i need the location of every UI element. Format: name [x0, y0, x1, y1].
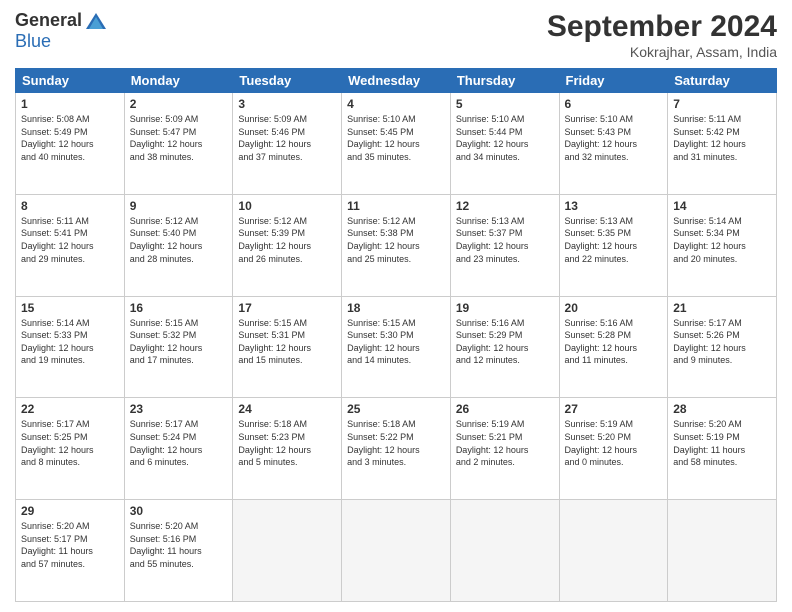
- header-wednesday: Wednesday: [342, 69, 451, 93]
- logo-blue-text: Blue: [15, 31, 51, 51]
- header-saturday: Saturday: [668, 69, 777, 93]
- table-row: [233, 500, 342, 602]
- table-row: [559, 500, 668, 602]
- table-row: 12Sunrise: 5:13 AM Sunset: 5:37 PM Dayli…: [450, 194, 559, 296]
- table-row: 3Sunrise: 5:09 AM Sunset: 5:46 PM Daylig…: [233, 93, 342, 195]
- table-row: 13Sunrise: 5:13 AM Sunset: 5:35 PM Dayli…: [559, 194, 668, 296]
- table-row: 7Sunrise: 5:11 AM Sunset: 5:42 PM Daylig…: [668, 93, 777, 195]
- page: General Blue September 2024 Kokrajhar, A…: [0, 0, 792, 612]
- table-row: 15Sunrise: 5:14 AM Sunset: 5:33 PM Dayli…: [16, 296, 125, 398]
- title-block: September 2024 Kokrajhar, Assam, India: [547, 10, 777, 60]
- table-row: 23Sunrise: 5:17 AM Sunset: 5:24 PM Dayli…: [124, 398, 233, 500]
- table-row: 24Sunrise: 5:18 AM Sunset: 5:23 PM Dayli…: [233, 398, 342, 500]
- header-monday: Monday: [124, 69, 233, 93]
- table-row: 29Sunrise: 5:20 AM Sunset: 5:17 PM Dayli…: [16, 500, 125, 602]
- table-row: 18Sunrise: 5:15 AM Sunset: 5:30 PM Dayli…: [342, 296, 451, 398]
- table-row: [342, 500, 451, 602]
- header-thursday: Thursday: [450, 69, 559, 93]
- table-row: 27Sunrise: 5:19 AM Sunset: 5:20 PM Dayli…: [559, 398, 668, 500]
- logo-general-text: General: [15, 10, 82, 31]
- table-row: 20Sunrise: 5:16 AM Sunset: 5:28 PM Dayli…: [559, 296, 668, 398]
- table-row: 2Sunrise: 5:09 AM Sunset: 5:47 PM Daylig…: [124, 93, 233, 195]
- table-row: 28Sunrise: 5:20 AM Sunset: 5:19 PM Dayli…: [668, 398, 777, 500]
- table-row: 9Sunrise: 5:12 AM Sunset: 5:40 PM Daylig…: [124, 194, 233, 296]
- calendar-table: Sunday Monday Tuesday Wednesday Thursday…: [15, 68, 777, 602]
- table-row: [450, 500, 559, 602]
- header-friday: Friday: [559, 69, 668, 93]
- logo: General Blue: [15, 10, 108, 52]
- table-row: 5Sunrise: 5:10 AM Sunset: 5:44 PM Daylig…: [450, 93, 559, 195]
- table-row: 17Sunrise: 5:15 AM Sunset: 5:31 PM Dayli…: [233, 296, 342, 398]
- table-row: [668, 500, 777, 602]
- header: General Blue September 2024 Kokrajhar, A…: [15, 10, 777, 60]
- table-row: 4Sunrise: 5:10 AM Sunset: 5:45 PM Daylig…: [342, 93, 451, 195]
- table-row: 19Sunrise: 5:16 AM Sunset: 5:29 PM Dayli…: [450, 296, 559, 398]
- table-row: 6Sunrise: 5:10 AM Sunset: 5:43 PM Daylig…: [559, 93, 668, 195]
- table-row: 8Sunrise: 5:11 AM Sunset: 5:41 PM Daylig…: [16, 194, 125, 296]
- table-row: 10Sunrise: 5:12 AM Sunset: 5:39 PM Dayli…: [233, 194, 342, 296]
- header-sunday: Sunday: [16, 69, 125, 93]
- header-tuesday: Tuesday: [233, 69, 342, 93]
- table-row: 11Sunrise: 5:12 AM Sunset: 5:38 PM Dayli…: [342, 194, 451, 296]
- table-row: 16Sunrise: 5:15 AM Sunset: 5:32 PM Dayli…: [124, 296, 233, 398]
- table-row: 30Sunrise: 5:20 AM Sunset: 5:16 PM Dayli…: [124, 500, 233, 602]
- table-row: 14Sunrise: 5:14 AM Sunset: 5:34 PM Dayli…: [668, 194, 777, 296]
- logo-icon: [84, 11, 108, 31]
- location: Kokrajhar, Assam, India: [547, 44, 777, 60]
- table-row: 22Sunrise: 5:17 AM Sunset: 5:25 PM Dayli…: [16, 398, 125, 500]
- table-row: 26Sunrise: 5:19 AM Sunset: 5:21 PM Dayli…: [450, 398, 559, 500]
- table-row: 1Sunrise: 5:08 AM Sunset: 5:49 PM Daylig…: [16, 93, 125, 195]
- month-year: September 2024: [547, 10, 777, 44]
- table-row: 21Sunrise: 5:17 AM Sunset: 5:26 PM Dayli…: [668, 296, 777, 398]
- calendar-header-row: Sunday Monday Tuesday Wednesday Thursday…: [16, 69, 777, 93]
- table-row: 25Sunrise: 5:18 AM Sunset: 5:22 PM Dayli…: [342, 398, 451, 500]
